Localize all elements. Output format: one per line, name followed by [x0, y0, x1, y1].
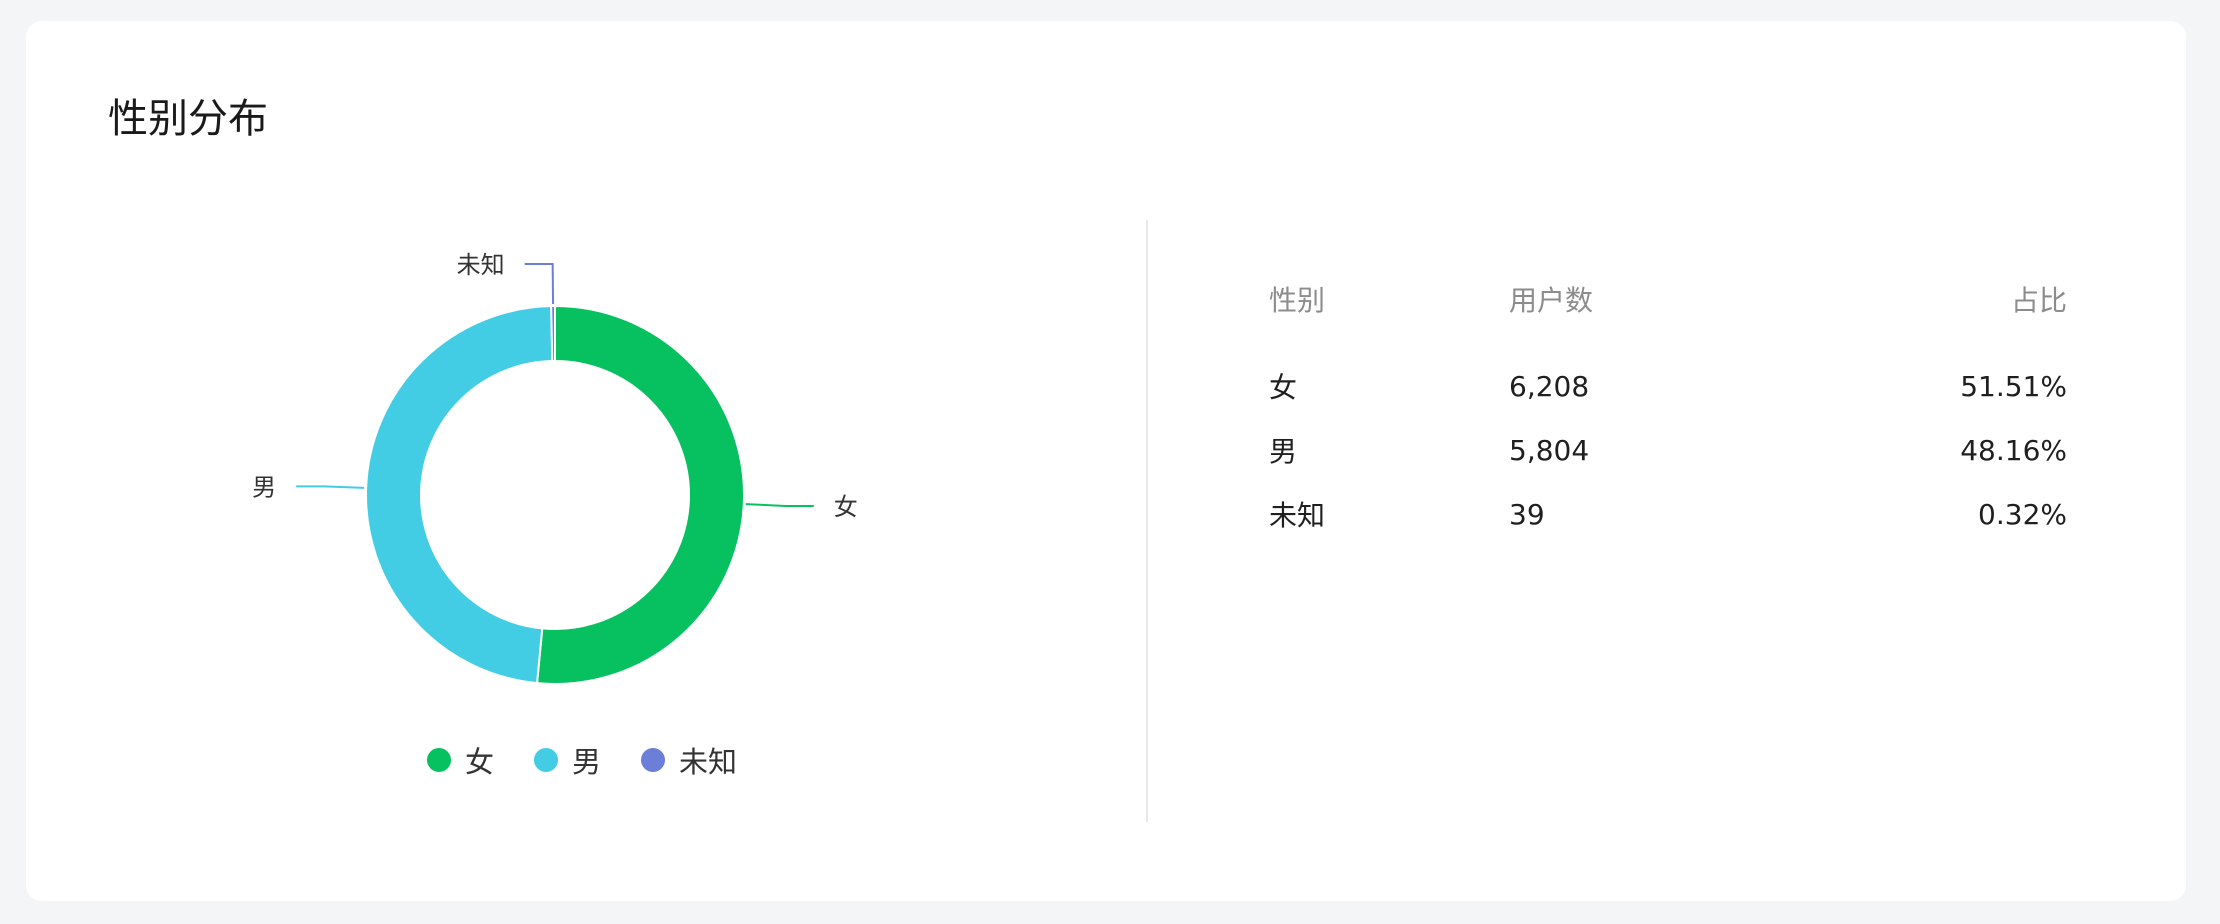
legend-label-female: 女: [464, 745, 494, 779]
legend-label-male: 男: [571, 745, 601, 779]
table-row: 未知 39 0.32%: [1269, 482, 2067, 546]
cell-gender: 女: [1269, 371, 1298, 404]
donut-chart-area: 女男未知 女 男 未知: [26, 21, 1146, 901]
header-gender: 性别: [1269, 284, 1326, 317]
label-line-male: [296, 485, 365, 489]
cell-gender: 男: [1269, 435, 1298, 468]
slice-label-unknown: 未知: [457, 251, 505, 279]
gender-table: 性别 用户数 占比 女 6,208 51.51% 男 5,804 48.16% …: [1269, 262, 2067, 546]
legend-label-unknown: 未知: [679, 745, 738, 779]
pie-slice-female[interactable]: [535, 304, 745, 685]
legend-dot-male: [533, 748, 558, 772]
pie-slice-male[interactable]: [365, 305, 554, 685]
slice-label-female: 女: [834, 493, 858, 521]
legend-item-female[interactable]: 女: [426, 739, 494, 781]
legend-item-unknown[interactable]: 未知: [641, 739, 737, 781]
table-header-row: 性别 用户数 占比: [1269, 262, 2067, 336]
section-divider: [1146, 220, 1148, 822]
legend-dot-unknown: [641, 748, 665, 772]
cell-users: 39: [1509, 497, 1545, 531]
header-ratio: 占比: [2010, 284, 2067, 317]
chart-legend: 女 男 未知: [26, 739, 1138, 781]
legend-dot-female: [426, 748, 451, 772]
gender-distribution-card: 性别分布 女男未知 女 男 未知 性别 用户数 占比 女 6,208 51.51…: [26, 21, 2186, 901]
label-line-unknown: [524, 263, 555, 305]
table-row: 女 6,208 51.51%: [1269, 354, 2067, 418]
cell-ratio: 48.16%: [1960, 433, 2067, 467]
table-row: 男 5,804 48.16%: [1269, 418, 2067, 482]
legend-item-male[interactable]: 男: [533, 739, 601, 781]
cell-ratio: 0.32%: [1978, 497, 2067, 531]
cell-users: 5,804: [1509, 433, 1590, 467]
slice-label-male: 男: [252, 473, 276, 501]
header-users: 用户数: [1509, 284, 1594, 317]
cell-ratio: 51.51%: [1960, 369, 2067, 403]
label-line-female: [745, 503, 814, 507]
pie-slice-unknown[interactable]: [550, 304, 556, 363]
cell-gender: 未知: [1269, 499, 1326, 532]
cell-users: 6,208: [1509, 369, 1590, 403]
